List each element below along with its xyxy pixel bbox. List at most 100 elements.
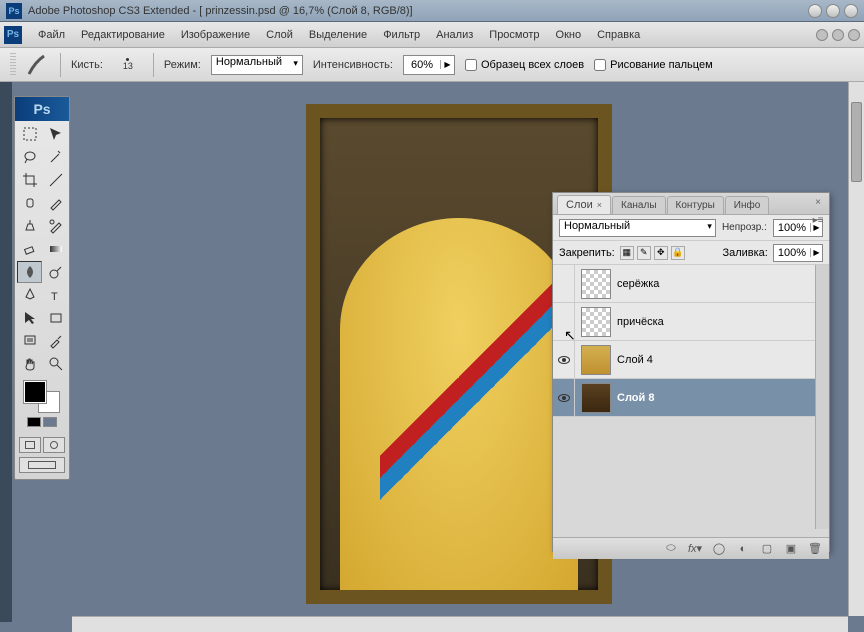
doc-close-button[interactable] <box>848 29 860 41</box>
tab-info[interactable]: Инфо <box>725 196 770 214</box>
brush-preset-picker[interactable]: 13 <box>113 58 143 71</box>
menu-layer[interactable]: Слой <box>258 25 301 45</box>
gradient-tool[interactable] <box>43 238 68 260</box>
new-layer-icon[interactable]: ▣ <box>783 541 799 557</box>
healing-brush-tool[interactable] <box>17 192 42 214</box>
magic-wand-tool[interactable] <box>43 146 68 168</box>
history-brush-tool[interactable] <box>43 215 68 237</box>
chevron-right-icon[interactable]: ▶ <box>440 60 454 69</box>
grip-icon[interactable] <box>10 53 16 77</box>
toolbox-header[interactable]: Ps <box>15 97 69 121</box>
visibility-toggle[interactable] <box>553 303 575 340</box>
menu-edit[interactable]: Редактирование <box>73 25 173 45</box>
tab-paths[interactable]: Контуры <box>667 196 724 214</box>
eraser-tool[interactable] <box>17 238 42 260</box>
panel-scrollbar[interactable] <box>815 265 829 529</box>
dock-strip[interactable] <box>0 82 12 622</box>
screen-mode-button[interactable] <box>19 457 65 473</box>
hand-tool[interactable] <box>17 353 42 375</box>
layer-row[interactable]: серёжка <box>553 265 829 303</box>
lock-all-icon[interactable]: 🔒 <box>671 246 685 260</box>
lock-pixels-icon[interactable]: ✎ <box>637 246 651 260</box>
tab-layers[interactable]: Слои× <box>557 195 611 214</box>
layer-name[interactable]: Слой 8 <box>617 392 654 404</box>
layer-name[interactable]: Слой 4 <box>617 354 653 366</box>
layer-name[interactable]: серёжка <box>617 278 659 290</box>
dodge-tool[interactable] <box>43 261 68 283</box>
intensity-field[interactable] <box>404 59 440 71</box>
layer-row[interactable]: Слой 8 <box>553 379 829 417</box>
minimize-button[interactable] <box>808 4 822 18</box>
menu-window[interactable]: Окно <box>548 25 590 45</box>
visibility-toggle[interactable] <box>553 379 575 416</box>
doc-minimize-button[interactable] <box>816 29 828 41</box>
tab-channels[interactable]: Каналы <box>612 196 666 214</box>
layer-thumbnail[interactable] <box>581 383 611 413</box>
shape-tool[interactable] <box>43 307 68 329</box>
menu-filter[interactable]: Фильтр <box>375 25 428 45</box>
path-selection-tool[interactable] <box>17 307 42 329</box>
pen-tool[interactable] <box>17 284 42 306</box>
layer-group-icon[interactable]: ▢ <box>759 541 775 557</box>
layer-thumbnail[interactable] <box>581 345 611 375</box>
layer-name[interactable]: причёска <box>617 316 664 328</box>
slice-tool[interactable] <box>43 169 68 191</box>
layer-thumbnail[interactable] <box>581 307 611 337</box>
blend-mode-select[interactable]: Нормальный <box>211 55 303 75</box>
marquee-tool[interactable] <box>17 123 42 145</box>
finger-painting-checkbox[interactable]: Рисование пальцем <box>594 59 713 71</box>
menu-view[interactable]: Просмотр <box>481 25 547 45</box>
layers-empty-area[interactable] <box>553 417 829 537</box>
standard-mode-button[interactable] <box>19 437 41 453</box>
close-button[interactable] <box>844 4 858 18</box>
horizontal-scrollbar[interactable] <box>72 616 848 632</box>
fill-input[interactable]: 100%▶ <box>773 244 823 262</box>
close-icon[interactable]: × <box>597 200 602 210</box>
visibility-toggle[interactable] <box>553 341 575 378</box>
crop-tool[interactable] <box>17 169 42 191</box>
layer-mask-icon[interactable]: ◯ <box>711 541 727 557</box>
doc-restore-button[interactable] <box>832 29 844 41</box>
zoom-tool[interactable] <box>43 353 68 375</box>
layer-blend-mode-select[interactable]: Нормальный <box>559 219 716 237</box>
finger-paint-checkbox[interactable] <box>594 59 606 71</box>
smudge-tool[interactable] <box>17 261 42 283</box>
adjustment-layer-icon[interactable]: ◐ <box>735 541 751 557</box>
menu-image[interactable]: Изображение <box>173 25 258 45</box>
layer-style-icon[interactable]: fx▾ <box>687 541 703 557</box>
lock-transparency-icon[interactable]: ▦ <box>620 246 634 260</box>
panel-menu-icon[interactable]: ▸≡ <box>811 215 825 229</box>
clone-stamp-tool[interactable] <box>17 215 42 237</box>
layer-thumbnail[interactable] <box>581 269 611 299</box>
menu-analysis[interactable]: Анализ <box>428 25 481 45</box>
foreground-color-swatch[interactable] <box>24 381 46 403</box>
sample-all-checkbox[interactable] <box>465 59 477 71</box>
eyedropper-tool[interactable] <box>43 330 68 352</box>
move-tool[interactable] <box>43 123 68 145</box>
layer-row[interactable]: Слой 4 <box>553 341 829 379</box>
color-swatches[interactable] <box>24 381 60 413</box>
quickmask-mode-button[interactable] <box>43 437 65 453</box>
vertical-scrollbar[interactable] <box>848 82 864 616</box>
visibility-toggle[interactable] <box>553 265 575 302</box>
swap-colors-icon[interactable] <box>43 417 57 427</box>
chevron-right-icon[interactable]: ▶ <box>810 248 822 257</box>
scrollbar-thumb[interactable] <box>851 102 862 182</box>
menu-select[interactable]: Выделение <box>301 25 375 45</box>
panel-close-button[interactable]: × <box>811 195 825 209</box>
delete-layer-icon[interactable]: 🗑 <box>807 541 823 557</box>
menu-file[interactable]: Файл <box>30 25 73 45</box>
lock-position-icon[interactable]: ✥ <box>654 246 668 260</box>
intensity-input[interactable]: ▶ <box>403 55 455 75</box>
layer-row[interactable]: причёска <box>553 303 829 341</box>
sample-all-layers-checkbox[interactable]: Образец всех слоев <box>465 59 584 71</box>
lasso-tool[interactable] <box>17 146 42 168</box>
notes-tool[interactable] <box>17 330 42 352</box>
type-tool[interactable]: T <box>43 284 68 306</box>
link-layers-icon[interactable]: ⬭ <box>663 541 679 557</box>
brush-tool[interactable] <box>43 192 68 214</box>
maximize-button[interactable] <box>826 4 840 18</box>
menu-help[interactable]: Справка <box>589 25 648 45</box>
ps-icon[interactable]: Ps <box>4 26 22 44</box>
default-colors-icon[interactable] <box>27 417 41 427</box>
